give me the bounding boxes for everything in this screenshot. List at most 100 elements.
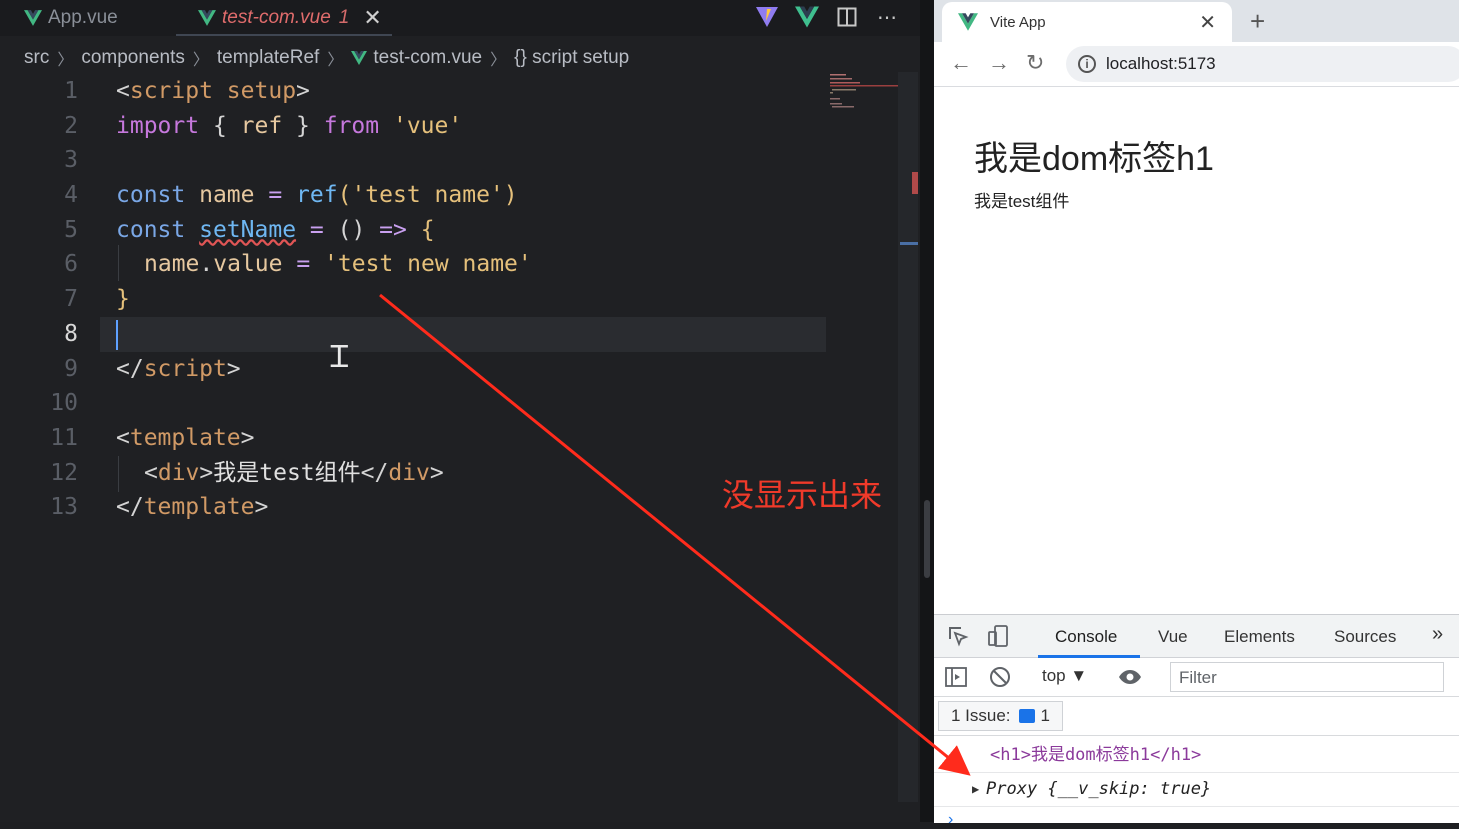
context-selector[interactable]: top ▼ xyxy=(1042,666,1087,686)
expand-triangle-icon[interactable]: ▶ xyxy=(972,773,979,806)
vite-icon[interactable] xyxy=(754,4,780,30)
split-editor-icon[interactable] xyxy=(834,4,860,30)
tab-test-com-vue[interactable]: test-com.vue 1 ✕ xyxy=(198,0,382,36)
editor-actions: ⋯ xyxy=(754,4,900,30)
filter-input[interactable]: Filter xyxy=(1170,662,1444,692)
line-number: 9 xyxy=(64,355,78,382)
line-number: 2 xyxy=(64,112,78,139)
vue-icon xyxy=(24,10,42,26)
line-number: 12 xyxy=(50,459,78,486)
page-viewport: 我是dom标签h1 我是test组件 xyxy=(934,87,1459,614)
issues-count: 1 xyxy=(1040,706,1051,725)
inspect-element-icon[interactable] xyxy=(946,624,970,648)
problem-count: 1 xyxy=(338,7,350,28)
message-icon xyxy=(1018,709,1035,723)
eye-icon[interactable] xyxy=(1118,665,1142,689)
info-icon[interactable]: i xyxy=(1078,55,1096,73)
issues-bar: 1 Issue: 1 xyxy=(934,697,1459,736)
minimap[interactable] xyxy=(828,72,898,112)
browser-tab-title: Vite App xyxy=(990,13,1046,31)
vue-icon xyxy=(198,10,216,26)
editor-tab-bar: App.vue test-com.vue 1 ✕ ⋯ xyxy=(0,0,920,36)
breadcrumb-item-src[interactable]: src xyxy=(24,47,49,69)
more-actions-icon[interactable]: ⋯ xyxy=(874,4,900,30)
address-bar[interactable]: i localhost:5173 xyxy=(1066,46,1459,82)
resize-handle[interactable] xyxy=(924,500,930,578)
tab-elements[interactable]: Elements xyxy=(1224,627,1295,647)
code-line: 7} xyxy=(0,282,900,317)
filter-placeholder: Filter xyxy=(1179,668,1217,687)
browser-tab[interactable]: Vite App ✕ xyxy=(942,2,1232,42)
tab-vue[interactable]: Vue xyxy=(1158,627,1188,647)
devtools-tab-bar: Console Vue Elements Sources » xyxy=(934,615,1459,658)
console-prompt-icon[interactable]: › xyxy=(948,811,953,829)
tab-label: App.vue xyxy=(48,7,118,28)
code-line: 9 </script> xyxy=(0,352,900,387)
tab-label: test-com.vue xyxy=(222,7,331,28)
code-line: 11 <template> xyxy=(0,421,900,456)
breadcrumb-item-file[interactable]: test-com.vue xyxy=(373,47,482,69)
tab-sources[interactable]: Sources xyxy=(1334,627,1396,647)
sidebar-toggle-icon[interactable] xyxy=(944,665,968,689)
split-divider[interactable] xyxy=(920,0,934,822)
line-number: 7 xyxy=(64,286,78,313)
chevron-right-icon: 〉 xyxy=(327,52,344,69)
device-toolbar-icon[interactable] xyxy=(986,624,1010,648)
breadcrumb-item-symbol[interactable]: {} script setup xyxy=(514,47,629,69)
chevron-right-icon: 〉 xyxy=(192,52,209,69)
line-number: 4 xyxy=(64,182,78,209)
devtools-panel: Console Vue Elements Sources » top ▼ Fil… xyxy=(934,614,1459,828)
breadcrumb-item-components[interactable]: components xyxy=(81,47,185,69)
reload-icon[interactable]: ↻ xyxy=(1026,50,1044,76)
code-line: 3 xyxy=(0,143,900,178)
issues-button[interactable]: 1 Issue: 1 xyxy=(938,701,1064,731)
clear-console-icon[interactable] xyxy=(988,665,1012,689)
log-text: <h1>我是dom标签h1</h1> xyxy=(990,745,1202,765)
error-marker xyxy=(912,172,918,194)
log-text: Proxy {__v_skip: true} xyxy=(986,779,1212,799)
component-text: 我是test组件 xyxy=(974,192,1070,211)
dropdown-arrow-icon: ▼ xyxy=(1070,666,1088,685)
line-number: 3 xyxy=(64,147,78,174)
code-line: 6 name.value = 'test new name' xyxy=(0,247,900,282)
code-line: 1 <script setup> xyxy=(0,74,900,109)
new-tab-icon[interactable]: + xyxy=(1250,6,1265,37)
ibeam-cursor-icon: Ꮖ xyxy=(330,340,350,375)
line-number: 5 xyxy=(64,216,78,243)
browser-toolbar: ← → ↻ i localhost:5173 xyxy=(934,42,1459,87)
code-line: 4 const name = ref('test name') xyxy=(0,178,900,213)
editor-scrollbar[interactable] xyxy=(898,72,918,802)
line-number: 10 xyxy=(50,390,78,417)
code-line: 10 xyxy=(0,386,900,421)
close-icon[interactable]: ✕ xyxy=(1199,10,1216,35)
browser-tab-strip: Vite App ✕ + xyxy=(934,0,1459,42)
code-line: 2 import { ref } from 'vue' xyxy=(0,109,900,144)
chevron-right-icon: 〉 xyxy=(57,52,74,69)
forward-icon[interactable]: → xyxy=(988,50,1010,76)
console-log-entry[interactable]: <h1>我是dom标签h1</h1> xyxy=(934,739,1459,773)
issues-label: 1 Issue: xyxy=(951,706,1011,725)
back-icon[interactable]: ← xyxy=(950,50,972,76)
active-tab-indicator xyxy=(176,34,392,36)
console-toolbar: top ▼ Filter xyxy=(934,658,1459,697)
page-heading: 我是dom标签h1 xyxy=(974,140,1214,178)
console-log-entry[interactable]: ▶ Proxy {__v_skip: true} xyxy=(934,773,1459,807)
breadcrumb: src 〉 components 〉 templateRef 〉 test-co… xyxy=(24,44,629,72)
line-number: 13 xyxy=(50,494,78,521)
code-area[interactable]: 1 <script setup> 2 import { ref } from 'vu… xyxy=(0,74,900,525)
line-number: 1 xyxy=(64,78,78,104)
code-line: 5 const setName = () => { xyxy=(0,213,900,248)
tab-console[interactable]: Console xyxy=(1055,627,1117,647)
line-number-active: 8 xyxy=(64,320,78,347)
text-cursor xyxy=(116,320,118,350)
browser-window: Vite App ✕ + ← → ↻ i localhost:5173 我是do… xyxy=(934,0,1459,828)
more-tabs-icon[interactable]: » xyxy=(1432,623,1443,646)
tab-app-vue[interactable]: App.vue xyxy=(24,0,118,36)
code-editor: App.vue test-com.vue 1 ✕ ⋯ src 〉 compone… xyxy=(0,0,920,822)
breadcrumb-item-templateref[interactable]: templateRef xyxy=(217,47,319,69)
vue-icon xyxy=(958,13,978,31)
close-icon[interactable]: ✕ xyxy=(363,5,381,31)
vue-devtools-icon[interactable] xyxy=(794,4,820,30)
code-line: 8 xyxy=(0,317,900,352)
vue-icon xyxy=(351,51,368,65)
